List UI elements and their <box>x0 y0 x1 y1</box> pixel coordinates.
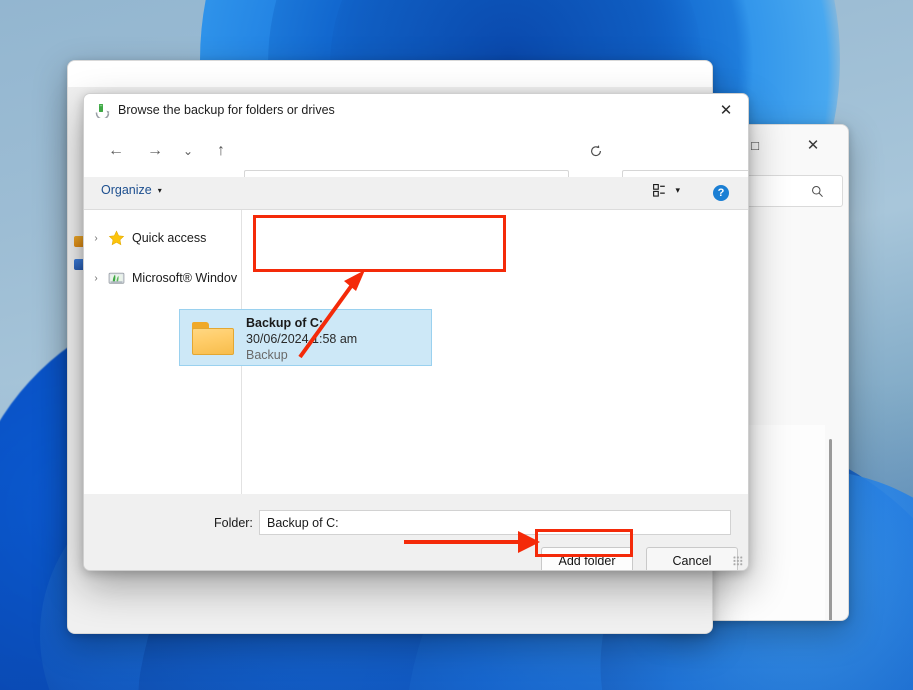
sidebar-item-quick-access[interactable]: › Quick access <box>84 225 241 251</box>
folder-icon <box>192 322 234 355</box>
refresh-icon <box>591 145 601 157</box>
close-button[interactable]: ✕ <box>790 125 836 165</box>
back-button[interactable]: ← <box>100 135 132 167</box>
navigation-bar: ← → ⌄ ↑ › Backup on Samsung B... › ⌄ Sea… <box>84 125 748 199</box>
list-item-backup-of-c[interactable]: Backup of C: 30/06/2024 1:58 am Backup <box>179 309 432 366</box>
dialog-content: › Quick access › Microsoft® Windov Backu… <box>84 210 748 494</box>
recent-locations-button[interactable]: ⌄ <box>172 135 204 167</box>
close-button[interactable]: ✕ <box>704 94 748 125</box>
dialog-title: Browse the backup for folders or drives <box>118 102 335 117</box>
view-mode-button[interactable]: ▾ <box>653 184 680 197</box>
help-button[interactable]: ? <box>713 185 729 201</box>
sidebar-item-label: Quick access <box>132 231 207 245</box>
dialog-titlebar: Browse the backup for folders or drives … <box>84 94 748 125</box>
folder-field-label: Folder: <box>214 516 253 530</box>
add-folder-button[interactable]: Add folder <box>541 547 633 570</box>
folder-input[interactable]: Backup of C: <box>259 510 731 535</box>
expander-icon[interactable]: › <box>84 233 108 244</box>
chevron-down-icon: ▾ <box>675 185 680 195</box>
computer-icon <box>108 270 125 287</box>
view-mode-icon <box>653 184 666 197</box>
dialog-footer: Folder: Backup of C: Add folder Cancel <box>84 494 748 570</box>
resize-grip-icon[interactable] <box>733 556 743 566</box>
star-icon <box>108 230 125 247</box>
backup-restore-icon <box>95 102 111 120</box>
list-item-name: Backup of C: <box>246 316 324 330</box>
browse-backup-dialog[interactable]: Browse the backup for folders or drives … <box>83 93 749 571</box>
list-item-date: 30/06/2024 1:58 am <box>246 332 358 346</box>
wizard-titlebar <box>68 61 712 87</box>
dialog-toolbar: Organize ▾ ▾ ? <box>84 177 748 210</box>
chevron-down-icon: ▾ <box>157 185 162 195</box>
forward-button[interactable]: → <box>139 135 171 167</box>
list-item-type: Backup <box>246 348 288 362</box>
expander-icon[interactable]: › <box>84 273 108 284</box>
organize-label: Organize <box>101 183 152 197</box>
search-icon <box>812 185 823 197</box>
cancel-button[interactable]: Cancel <box>646 547 738 570</box>
up-button[interactable]: ↑ <box>205 135 237 167</box>
sidebar-item-label: Microsoft® Windov <box>132 271 238 285</box>
organize-menu-button[interactable]: Organize ▾ <box>101 183 162 197</box>
refresh-button[interactable] <box>580 135 612 167</box>
sidebar-item-microsoft-windows[interactable]: › Microsoft® Windov <box>84 265 241 291</box>
scrollbar-thumb[interactable] <box>829 439 832 620</box>
